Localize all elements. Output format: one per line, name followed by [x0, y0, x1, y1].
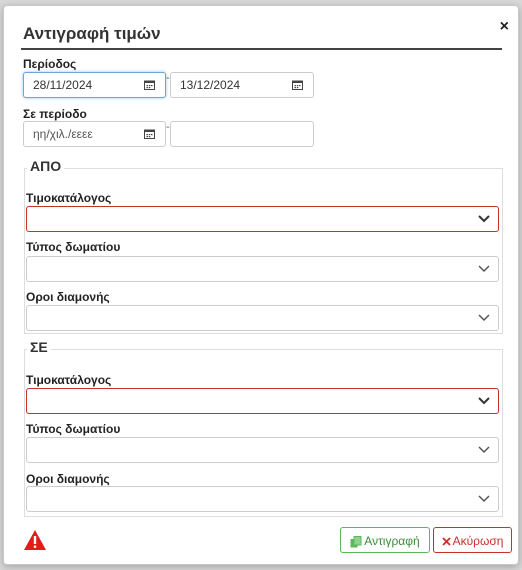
target-period-from-placeholder: ηη/χιλ./εεεε — [33, 127, 93, 141]
from-pricelist-label: Τιμοκατάλογος — [26, 191, 112, 205]
copy-icon — [350, 535, 362, 548]
chevron-down-icon — [478, 265, 490, 273]
to-stay-terms-label: Οροι διαμονής — [26, 472, 110, 486]
to-section-legend: ΣΕ — [27, 339, 51, 355]
to-stay-terms-select[interactable] — [26, 486, 499, 512]
from-room-type-select[interactable] — [26, 256, 499, 282]
copy-button[interactable]: Αντιγραφή — [340, 527, 430, 553]
chevron-down-icon — [478, 446, 490, 454]
warning-triangle-icon[interactable] — [23, 529, 47, 551]
to-pricelist-label: Τιμοκατάλογος — [26, 373, 112, 387]
to-room-type-select[interactable] — [26, 437, 499, 463]
chevron-down-icon — [478, 495, 490, 503]
period-from-input[interactable]: 28/11/2024 — [23, 72, 166, 98]
copy-prices-dialog: Αντιγραφή τιμών × Περίοδος 28/11/2024 - … — [3, 5, 519, 565]
target-period-from-input[interactable]: ηη/χιλ./εεεε — [23, 121, 166, 147]
cancel-button[interactable]: Ακύρωση — [433, 527, 512, 553]
period-to-value: 13/12/2024 — [180, 78, 241, 92]
from-pricelist-select[interactable] — [26, 206, 499, 232]
chevron-down-icon — [478, 397, 490, 405]
period-label: Περίοδος — [23, 57, 77, 71]
from-section-legend: ΑΠΟ — [27, 158, 65, 174]
chevron-down-icon — [478, 215, 490, 223]
calendar-icon[interactable] — [292, 80, 303, 90]
period-from-value: 28/11/2024 — [33, 78, 93, 92]
dialog-title: Αντιγραφή τιμών — [23, 24, 161, 43]
close-icon[interactable]: × — [500, 19, 509, 35]
from-stay-terms-label: Οροι διαμονής — [26, 290, 110, 304]
title-divider — [21, 48, 502, 50]
chevron-down-icon — [478, 314, 490, 322]
from-room-type-label: Τύπος δωματίου — [26, 240, 121, 254]
from-stay-terms-select[interactable] — [26, 305, 499, 331]
copy-button-label: Αντιγραφή — [364, 534, 420, 548]
target-period-to-input[interactable] — [170, 121, 314, 147]
to-pricelist-select[interactable] — [26, 388, 499, 414]
target-period-label: Σε περίοδο — [23, 107, 87, 121]
cancel-button-label: Ακύρωση — [452, 534, 504, 548]
calendar-icon[interactable] — [144, 80, 155, 90]
period-to-input[interactable]: 13/12/2024 — [170, 72, 314, 98]
close-icon — [441, 537, 451, 546]
to-room-type-label: Τύπος δωματίου — [26, 422, 121, 436]
calendar-icon[interactable] — [144, 129, 155, 139]
